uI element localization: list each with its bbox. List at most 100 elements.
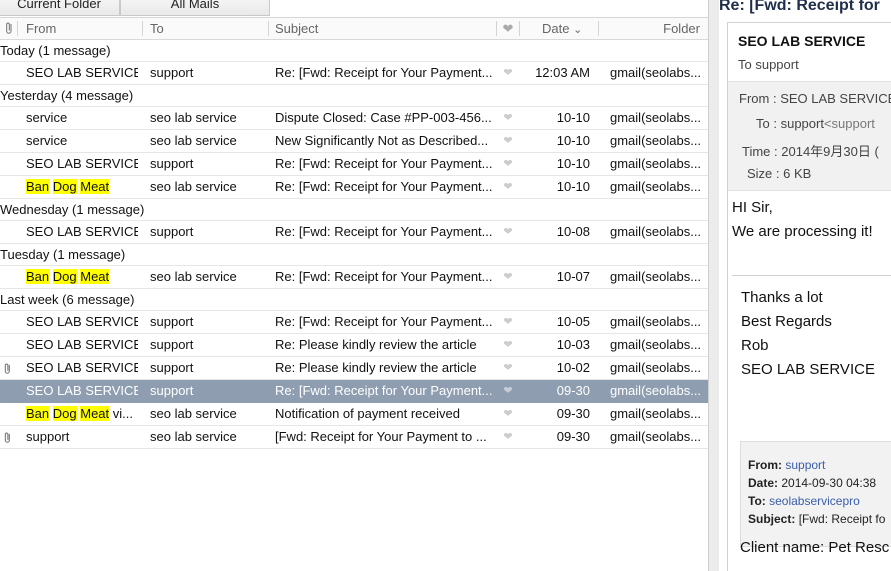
message-row[interactable]: SEO LAB SERVICE support Re: [Fwd: Receipt … (0, 62, 708, 85)
flag-icon[interactable]: ❤ (500, 380, 516, 402)
sender: SEO LAB SERVICE (26, 337, 138, 352)
message-row[interactable]: Ban Dog Meat vi... seo lab service Notific… (0, 403, 708, 426)
folder: gmail(seolabs... (610, 269, 702, 284)
quote-to-link[interactable]: seolabservicepro (769, 494, 860, 508)
date: 10-10 (556, 110, 590, 125)
meta-to: To : support<support (756, 116, 875, 131)
sender: SEO LAB SERVICE (26, 65, 138, 80)
flag-icon[interactable]: ❤ (500, 403, 516, 425)
message-row[interactable]: Ban Dog Meat seo lab service Re: [Fwd: Rec… (0, 266, 708, 289)
subject: Notification of payment received (275, 406, 460, 421)
subject: New Significantly Not as Described... (275, 133, 489, 148)
date: 10-10 (556, 156, 590, 171)
client-name-line: Client name: Pet Resc (740, 539, 890, 556)
column-to[interactable]: To (150, 18, 164, 39)
flag-icon[interactable]: ❤ (500, 153, 516, 175)
highlighted-word: Meat (80, 179, 110, 194)
meta-size: Size : 6 KB (747, 166, 812, 181)
flag-icon[interactable]: ❤ (500, 107, 516, 129)
flag-icon[interactable]: ❤ (500, 62, 516, 84)
attachment-icon (0, 357, 14, 382)
sender: support (26, 429, 70, 444)
group-header[interactable]: Today (1 message) (0, 40, 708, 62)
subject: Re: [Fwd: Receipt for Your Payment... (275, 156, 493, 171)
date: 10-03 (556, 337, 590, 352)
message-row[interactable]: SEO LAB SERVICE support Re: Please kindly … (0, 334, 708, 357)
tab-bar: Current Folder All Mails (0, 0, 708, 18)
sender: Ban Dog Meat (26, 176, 138, 198)
tab-all-mails[interactable]: All Mails (120, 0, 270, 16)
preview-pane: Re: [Fwd: Receipt for SEO LAB SERVICE To… (719, 0, 891, 571)
date: 12:03 AM (535, 65, 590, 80)
flag-icon[interactable]: ❤ (500, 176, 516, 198)
sender: Ban Dog Meat vi... (26, 403, 138, 425)
highlighted-word: Meat (80, 406, 110, 421)
folder: gmail(seolabs... (610, 156, 702, 171)
subject: Re: Please kindly review the article (275, 337, 477, 352)
message-row[interactable]: SEO LAB SERVICE support Re: [Fwd: Receipt … (0, 380, 708, 403)
meta-time: Time : 2014年9月30日 ( (742, 144, 879, 159)
highlighted-word: Dog (52, 406, 77, 421)
subject: Re: [Fwd: Receipt for Your Payment... (275, 179, 493, 194)
folder: gmail(seolabs... (610, 314, 702, 329)
message-row[interactable]: service seo lab service New Significantly … (0, 130, 708, 153)
subject: [Fwd: Receipt for Your Payment to ... (275, 429, 487, 444)
message-row[interactable]: SEO LAB SERVICE support Re: [Fwd: Receipt … (0, 153, 708, 176)
recipient: support (150, 156, 194, 171)
recipient: seo lab service (150, 110, 237, 125)
flag-column-icon[interactable]: ❤ (500, 18, 516, 39)
group-header[interactable]: Yesterday (4 message) (0, 85, 708, 107)
pane-splitter[interactable] (708, 0, 719, 571)
sort-desc-icon: ⌄ (573, 24, 583, 36)
highlighted-word: Dog (52, 269, 77, 284)
message-row[interactable]: SEO LAB SERVICE support Re: [Fwd: Receipt … (0, 221, 708, 244)
date: 10-02 (556, 360, 590, 375)
subject: Dispute Closed: Case #PP-003-456... (275, 110, 492, 125)
flag-icon[interactable]: ❤ (500, 266, 516, 288)
flag-icon[interactable]: ❤ (500, 426, 516, 448)
folder: gmail(seolabs... (610, 360, 702, 375)
attachment-column-icon[interactable] (2, 18, 16, 39)
message-meta: From : SEO LAB SERVICE To : support<supp… (728, 81, 891, 191)
message-row[interactable]: SEO LAB SERVICE support Re: [Fwd: Receipt … (0, 311, 708, 334)
subject: Re: [Fwd: Receipt for Your Payment... (275, 269, 493, 284)
column-header: From To Subject ❤ Date ⌄ Folder (0, 18, 708, 40)
folder: gmail(seolabs... (610, 110, 702, 125)
quote-from-link[interactable]: support (785, 458, 825, 472)
attachment-icon (0, 426, 14, 451)
flag-icon[interactable]: ❤ (500, 334, 516, 356)
recipient: support (150, 224, 194, 239)
group-header[interactable]: Tuesday (1 message) (0, 244, 708, 266)
group-header[interactable]: Wednesday (1 message) (0, 199, 708, 221)
flag-icon[interactable]: ❤ (500, 130, 516, 152)
message-row[interactable]: support seo lab service [Fwd: Receipt for … (0, 426, 708, 449)
highlighted-word: Ban (26, 269, 50, 284)
column-subject[interactable]: Subject (275, 18, 318, 39)
sender: SEO LAB SERVICE (26, 360, 138, 375)
recipient: seo lab service (150, 406, 237, 421)
flag-icon[interactable]: ❤ (500, 221, 516, 243)
tab-current-folder[interactable]: Current Folder (0, 0, 120, 16)
folder: gmail(seolabs... (610, 133, 702, 148)
highlighted-word: Ban (26, 179, 50, 194)
group-header[interactable]: Last week (6 message) (0, 289, 708, 311)
highlighted-word: Dog (52, 179, 77, 194)
column-from[interactable]: From (26, 18, 56, 39)
message-row[interactable]: SEO LAB SERVICE support Re: Please kindly … (0, 357, 708, 380)
date: 10-08 (556, 224, 590, 239)
folder: gmail(seolabs... (610, 179, 702, 194)
recipient: seo lab service (150, 429, 237, 444)
flag-icon[interactable]: ❤ (500, 357, 516, 379)
message-row[interactable]: Ban Dog Meat seo lab service Re: [Fwd: Rec… (0, 176, 708, 199)
column-folder[interactable]: Folder (663, 18, 700, 39)
flag-icon[interactable]: ❤ (500, 311, 516, 333)
folder: gmail(seolabs... (610, 429, 702, 444)
signature-line-1: Thanks a lot (741, 289, 823, 306)
message-row[interactable]: service seo lab service Dispute Closed: Ca… (0, 107, 708, 130)
highlighted-word: Ban (26, 406, 50, 421)
recipient: support (150, 337, 194, 352)
meta-from: From : SEO LAB SERVICE (739, 91, 891, 106)
quoted-header: From: support Date: 2014-09-30 04:38 To:… (740, 441, 891, 547)
column-date[interactable]: Date ⌄ (542, 18, 582, 39)
sender: SEO LAB SERVICE (26, 314, 138, 329)
